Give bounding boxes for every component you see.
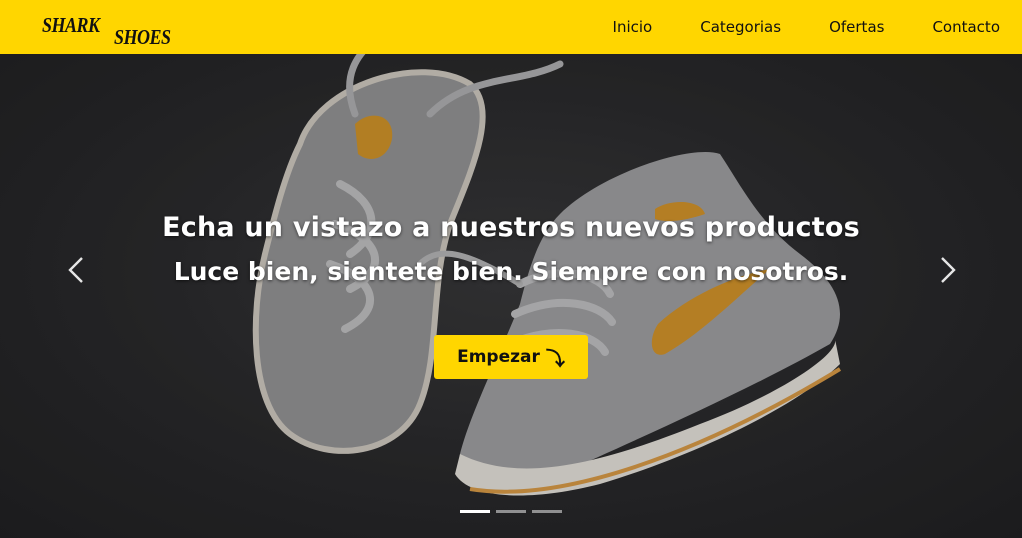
hero-carousel: Echa un vistazo a nuestros nuevos produc… — [0, 54, 1022, 538]
carousel-indicator-1[interactable] — [460, 510, 490, 513]
arrow-down-icon: ⤵ — [545, 347, 565, 370]
hero-headline: Echa un vistazo a nuestros nuevos produc… — [162, 212, 860, 243]
start-button-label: Empezar — [457, 347, 540, 367]
brand-word-shoes: SHOES — [114, 25, 171, 49]
start-button[interactable]: Empezar ⤵ — [434, 335, 588, 379]
hero-caption: Echa un vistazo a nuestros nuevos produc… — [0, 212, 1022, 286]
brand-word-shark: SHARK — [42, 13, 100, 37]
carousel-prev-button[interactable] — [58, 250, 98, 290]
nav-link-contacto[interactable]: Contacto — [932, 18, 1000, 36]
main-nav: Inicio Categorias Ofertas Contacto — [565, 18, 1000, 36]
hero-overlay — [0, 54, 1022, 538]
carousel-next-button[interactable] — [926, 250, 966, 290]
carousel-indicator-2[interactable] — [496, 510, 526, 513]
brand-logo[interactable]: SHARK SHOES — [42, 7, 192, 49]
hero-subheadline: Luce bien, sientete bien. Siempre con no… — [173, 257, 849, 286]
chevron-right-icon — [941, 257, 956, 283]
carousel-indicator-3[interactable] — [532, 510, 562, 513]
navbar: SHARK SHOES Inicio Categorias Ofertas Co… — [0, 0, 1022, 54]
nav-link-inicio[interactable]: Inicio — [613, 18, 653, 36]
nav-link-categorias[interactable]: Categorias — [700, 18, 781, 36]
chevron-left-icon — [68, 257, 83, 283]
nav-link-ofertas[interactable]: Ofertas — [829, 18, 884, 36]
carousel-indicators — [460, 510, 562, 513]
